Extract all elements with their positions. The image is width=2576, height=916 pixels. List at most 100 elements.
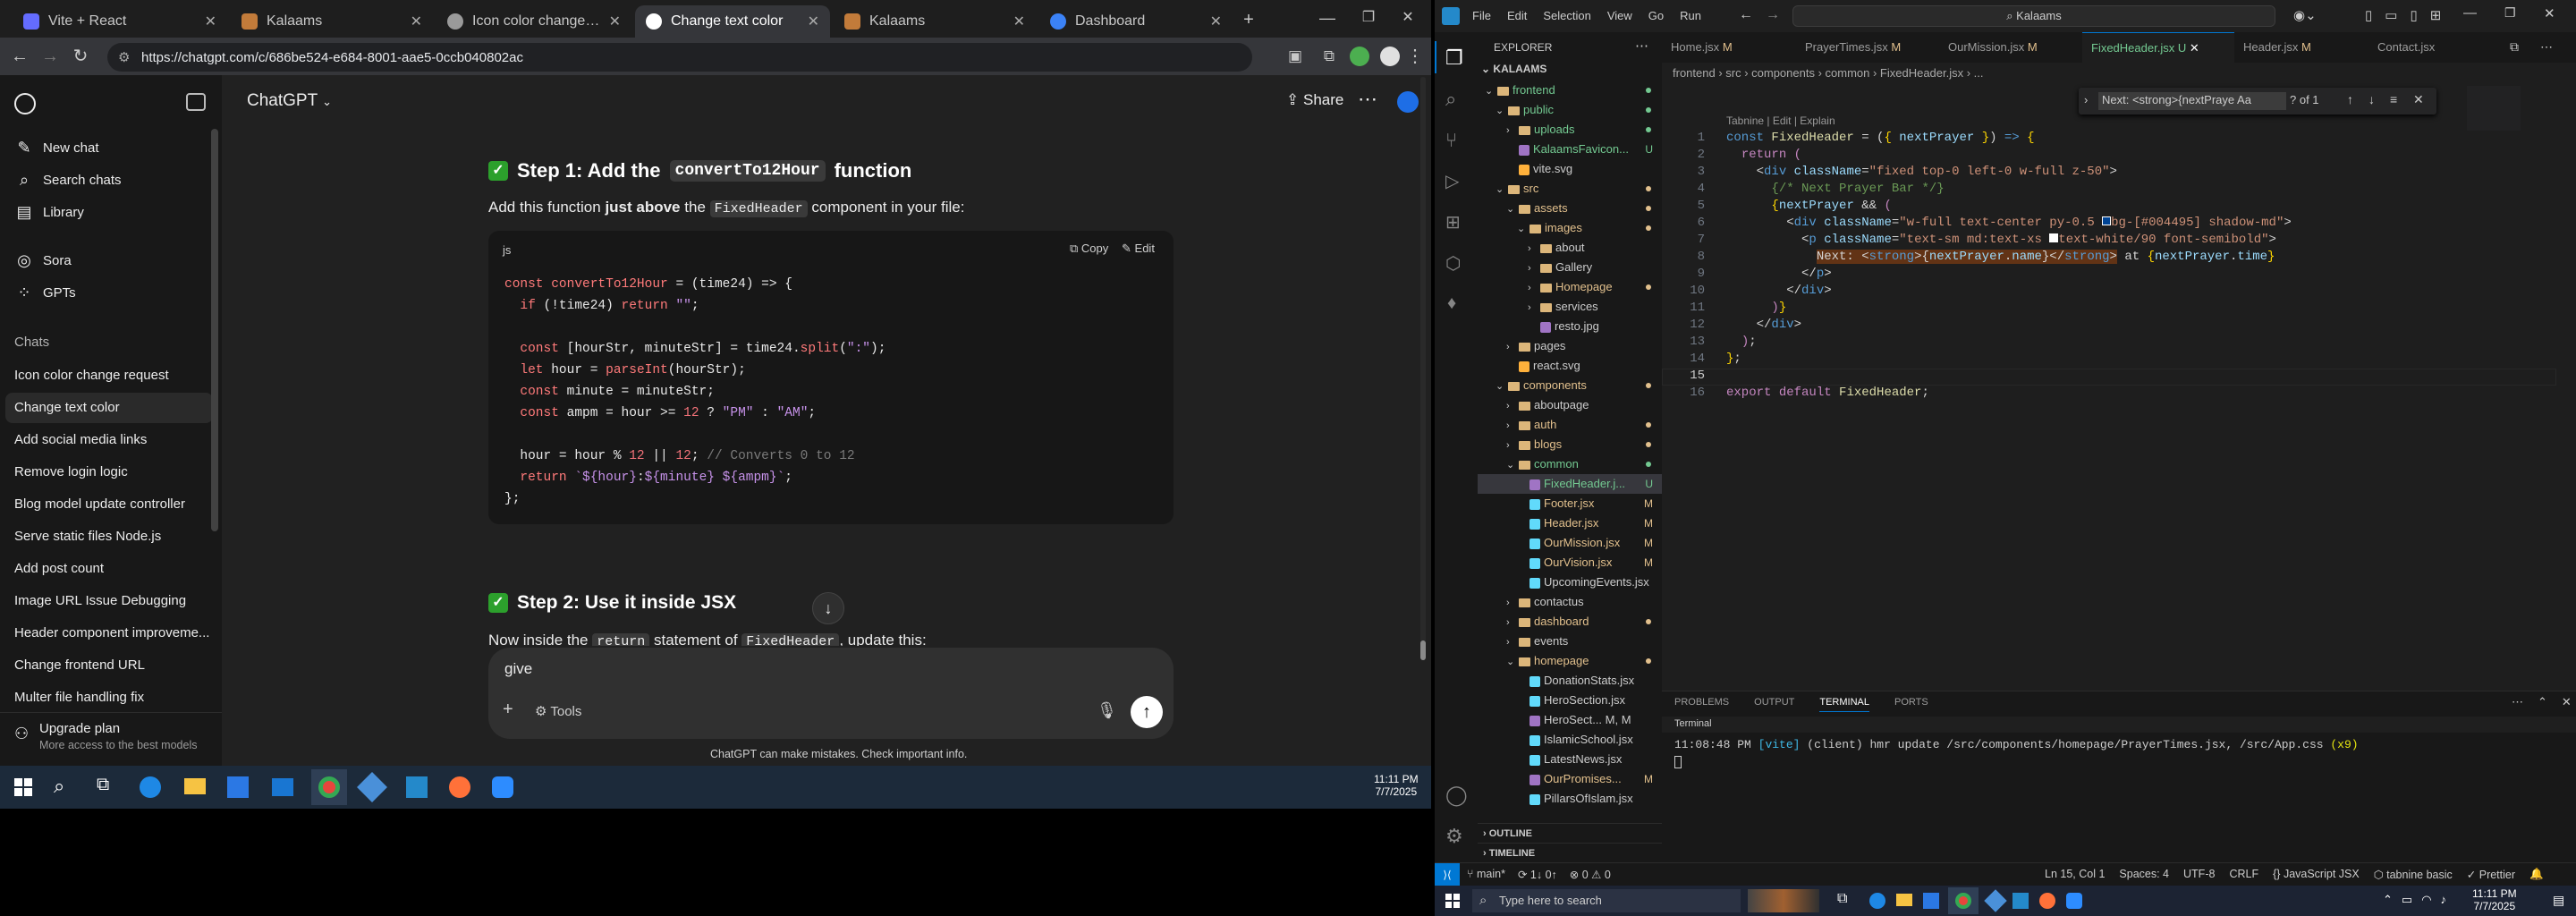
remote-icon[interactable]: ⟩⟨ <box>1435 863 1460 886</box>
command-center-search[interactable]: ⌕ Kalaams <box>1792 5 2275 27</box>
back-icon[interactable]: ← <box>1739 7 1753 23</box>
user-avatar[interactable] <box>1397 91 1419 113</box>
manage-gear-icon[interactable]: ⚙ <box>1445 825 1463 848</box>
upgrade-plan-button[interactable]: ⚇ Upgrade plan More access to the best m… <box>14 721 213 757</box>
app-icon[interactable] <box>1984 889 2007 912</box>
search-icon[interactable]: ⌕ <box>1445 88 1456 111</box>
tree-file[interactable]: HeroSection.jsx <box>1478 691 1662 710</box>
chevron-up-icon[interactable]: ⌃ <box>2383 893 2393 907</box>
tab-output[interactable]: OUTPUT <box>1754 697 1794 712</box>
browser-tab[interactable]: Icon color change request ✕ <box>436 5 631 38</box>
windows-start-icon[interactable] <box>1445 894 1460 908</box>
notification-center-icon[interactable]: ▤ <box>2553 893 2564 908</box>
browser-tab[interactable]: Dashboard ✕ <box>1039 5 1233 38</box>
sidebar-toggle-icon[interactable] <box>186 93 206 111</box>
tree-file[interactable]: Header.jsx M <box>1478 513 1662 533</box>
layout-sidebar-icon[interactable]: ▯ <box>2365 7 2372 23</box>
task-view-icon[interactable]: ⧉ <box>1837 891 1847 907</box>
share-button[interactable]: ⇪ Share <box>1286 91 1343 109</box>
chat-item[interactable]: Multer file handling fix <box>14 683 213 713</box>
sync-status[interactable]: ⟳ 1↓ 0↑ <box>1518 868 1557 881</box>
clock[interactable]: 11:11 PM 7/7/2025 <box>1374 773 1419 798</box>
search-highlight-image[interactable] <box>1748 889 1819 912</box>
volume-icon[interactable]: ♪ <box>2441 893 2447 907</box>
browser-tab[interactable]: Kalaams ✕ <box>231 5 433 38</box>
menu-run[interactable]: Run <box>1680 9 1701 22</box>
tree-file[interactable]: Footer.jsx M <box>1478 494 1662 513</box>
tree-folder[interactable]: › aboutpage <box>1478 395 1662 415</box>
tree-folder[interactable]: › Gallery <box>1478 258 1662 277</box>
tree-file[interactable]: HeroSect... M, M <box>1478 710 1662 730</box>
more-actions-icon[interactable]: ⋯ <box>2512 695 2523 709</box>
tree-file[interactable]: PillarsOfIslam.jsx <box>1478 789 1662 809</box>
notifications-icon[interactable]: 🔔 <box>2529 868 2544 881</box>
tree-folder[interactable]: › services <box>1478 297 1662 317</box>
add-attachment-icon[interactable]: + <box>503 700 513 720</box>
tab-terminal[interactable]: TERMINAL <box>1819 697 1869 712</box>
workspace-title[interactable]: ⌄ KALAAMS <box>1481 63 1546 75</box>
tree-folder[interactable]: › about <box>1478 238 1662 258</box>
tree-file[interactable]: OurPromises... M <box>1478 769 1662 789</box>
chat-item[interactable]: Add post count <box>14 554 213 584</box>
chrome-menu-icon[interactable]: ⋮ <box>1402 44 1428 69</box>
store-icon[interactable] <box>227 776 249 798</box>
tree-folder[interactable]: ⌄ src <box>1478 179 1662 199</box>
cursor-position[interactable]: Ln 15, Col 1 <box>2045 868 2105 881</box>
more-options-icon[interactable]: ⋯ <box>1358 88 1377 111</box>
tree-file[interactable]: OurVision.jsx M <box>1478 553 1662 572</box>
message-composer[interactable]: give + ⚙ Tools 🎙 ↑ <box>488 648 1174 739</box>
branch-status[interactable]: ⑂ main* <box>1467 868 1505 881</box>
edge-icon[interactable] <box>1869 893 1885 909</box>
menu-selection[interactable]: Selection <box>1543 9 1590 22</box>
tree-folder[interactable]: › pages <box>1478 336 1662 356</box>
browser-tab-active[interactable]: Change text color ✕ <box>635 5 830 38</box>
timeline-section[interactable]: › TIMELINE <box>1478 843 1662 862</box>
prettier-status[interactable]: ✓ Prettier <box>2467 868 2515 881</box>
run-debug-icon[interactable]: ▷ <box>1445 170 1459 192</box>
tree-folder[interactable]: › events <box>1478 632 1662 651</box>
mongodb-icon[interactable]: ♦ <box>1447 293 1456 314</box>
library-button[interactable]: ▤ Library <box>14 197 213 227</box>
split-editor-icon[interactable]: ⧉ <box>2510 39 2519 55</box>
tree-folder[interactable]: ⌄ frontend <box>1478 81 1662 100</box>
edit-code-button[interactable]: ✎ Edit <box>1122 242 1155 256</box>
close-icon[interactable]: ✕ <box>205 13 216 30</box>
zoom-icon[interactable] <box>2066 893 2082 909</box>
close-icon[interactable]: ✕ <box>2190 41 2199 55</box>
copilot-icon[interactable]: ◉⌄ <box>2293 7 2317 23</box>
address-bar[interactable]: ⚙ https://chatgpt.com/c/686be524-e684-80… <box>107 43 1252 72</box>
tools-button[interactable]: ⚙ Tools <box>535 703 581 719</box>
zoom-icon[interactable] <box>492 776 513 798</box>
chat-item[interactable]: Blog model update controller <box>14 489 213 520</box>
chevron-right-icon[interactable]: › <box>2084 93 2088 106</box>
tree-folder[interactable]: › blogs <box>1478 435 1662 454</box>
menu-edit[interactable]: Edit <box>1507 9 1527 22</box>
windows-start-icon[interactable] <box>14 778 32 796</box>
tree-file[interactable]: KalaamsFavicon... U <box>1478 140 1662 159</box>
tree-file[interactable]: react.svg <box>1478 356 1662 376</box>
browser-tab[interactable]: Kalaams ✕ <box>834 5 1036 38</box>
close-icon[interactable]: ✕ <box>808 13 819 30</box>
source-control-icon[interactable]: ⑂ <box>1445 129 1457 152</box>
close-icon[interactable]: ✕ <box>609 13 621 30</box>
tree-folder[interactable]: › auth <box>1478 415 1662 435</box>
indentation[interactable]: Spaces: 4 <box>2119 868 2169 881</box>
tree-folder[interactable]: ⌄ components <box>1478 376 1662 395</box>
tree-folder[interactable]: › dashboard <box>1478 612 1662 632</box>
tree-folder[interactable]: ⌄ homepage <box>1478 651 1662 671</box>
layout-secondary-icon[interactable]: ▯ <box>2410 7 2417 23</box>
main-scrollbar-thumb[interactable] <box>1420 640 1426 660</box>
search-chats-button[interactable]: ⌕ Search chats <box>14 165 213 195</box>
chrome-taskbar-active[interactable] <box>1948 887 1979 914</box>
close-icon[interactable]: ✕ <box>2413 92 2424 107</box>
tree-folder[interactable]: › contactus <box>1478 592 1662 612</box>
maximize-panel-icon[interactable]: ⌃ <box>2538 695 2547 709</box>
tree-file[interactable]: LatestNews.jsx <box>1478 750 1662 769</box>
extension-icon[interactable]: ▣ <box>1283 44 1308 69</box>
eol[interactable]: CRLF <box>2229 868 2258 881</box>
reload-icon[interactable]: ↻ <box>68 44 93 69</box>
profile-avatar[interactable] <box>1347 44 1372 69</box>
tree-folder[interactable]: ⌄ common <box>1478 454 1662 474</box>
site-info-icon[interactable]: ⚙ <box>118 49 130 65</box>
tree-folder[interactable]: ⌄ assets <box>1478 199 1662 218</box>
